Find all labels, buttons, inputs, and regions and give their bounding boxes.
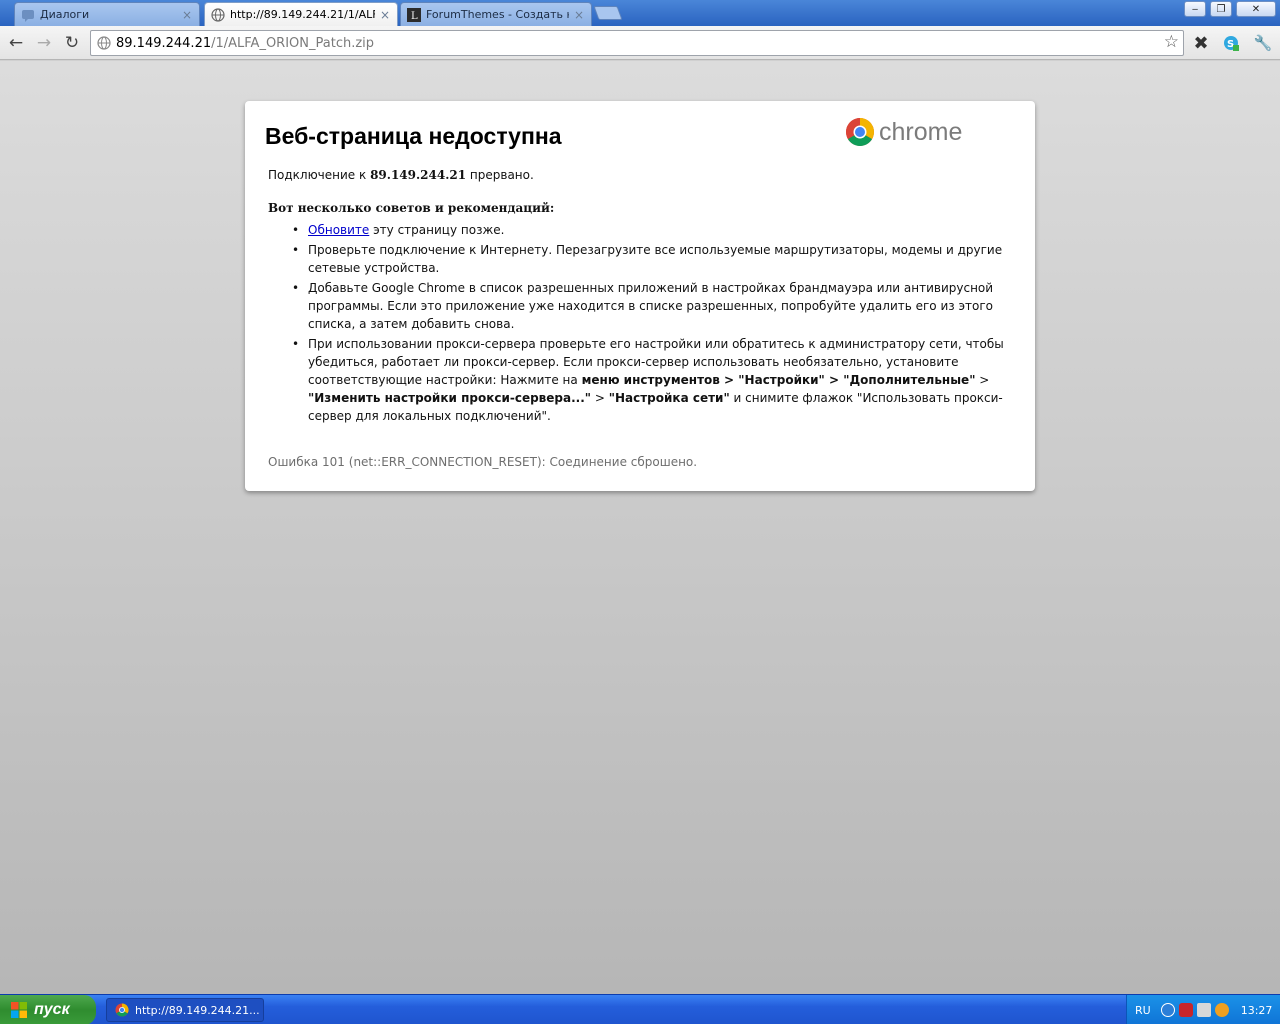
skype-extension-icon: S <box>1224 36 1239 51</box>
tip-bold: меню инструментов <box>581 373 720 387</box>
wrench-menu-button[interactable]: 🔧 <box>1252 32 1274 54</box>
restore-button[interactable]: ❐ <box>1210 1 1232 17</box>
error-code: Ошибка 101 (net::ERR_CONNECTION_RESET): … <box>268 455 698 469</box>
antivirus-shield-icon[interactable] <box>1178 1003 1193 1017</box>
extension-button[interactable]: S <box>1220 32 1242 54</box>
stop-button[interactable]: ✖ <box>1190 32 1212 54</box>
page-content: Веб-страница недоступна chrome Подключен… <box>0 61 1280 994</box>
list-item: Добавьте Google Chrome в список разрешен… <box>292 279 1020 333</box>
reload-icon: ↻ <box>64 33 80 53</box>
close-icon[interactable]: × <box>573 8 585 22</box>
close-window-button[interactable]: ✕ <box>1236 1 1276 17</box>
chrome-icon <box>115 1003 129 1017</box>
minimize-button[interactable]: ‒ <box>1184 1 1206 17</box>
tab-strip: Диалоги × http://89.149.244.21/1/ALFA_ ×… <box>0 0 1280 26</box>
network-icon[interactable] <box>1196 1003 1211 1017</box>
taskbar: пуск http://89.149.244.21... RU 13:27 <box>0 994 1280 1024</box>
chat-icon <box>22 9 34 22</box>
tray-collapse-icon[interactable] <box>1160 1003 1175 1017</box>
reload-link[interactable]: Обновите <box>308 223 369 237</box>
windows-flag-icon <box>11 1002 27 1018</box>
tab-title: http://89.149.244.21/1/ALFA_ <box>230 8 375 21</box>
connection-message: Подключение к 89.149.244.21 прервано. <box>268 168 534 182</box>
start-button[interactable]: пуск <box>0 995 96 1024</box>
tip-bold: "Настройка сети" <box>608 391 730 405</box>
tip-separator: > <box>975 373 990 387</box>
stop-icon: ✖ <box>1193 32 1209 54</box>
globe-icon <box>97 36 111 50</box>
system-tray: RU 13:27 <box>1126 995 1280 1024</box>
tab-title: Диалоги <box>40 8 90 21</box>
close-icon[interactable]: × <box>379 8 391 22</box>
reload-button[interactable]: ↻ <box>61 32 83 54</box>
close-icon[interactable]: × <box>181 8 193 22</box>
new-tab-button[interactable] <box>593 6 623 20</box>
tip-bold: "Настройки" <box>738 373 825 387</box>
bookmark-star-icon[interactable]: ☆ <box>1164 32 1179 52</box>
start-label: пуск <box>34 1001 70 1018</box>
forward-arrow-icon: → <box>36 33 52 53</box>
list-item: При использовании прокси-сервера проверь… <box>292 335 1020 425</box>
tips-heading: Вот несколько советов и рекомендаций: <box>268 201 555 215</box>
wrench-icon: 🔧 <box>1253 34 1273 52</box>
chrome-logo-text: chrome <box>879 117 963 146</box>
tab-dialogs[interactable]: Диалоги × <box>14 2 200 26</box>
tips-list: Обновите эту страницу позже. Проверьте п… <box>292 221 1020 427</box>
back-button[interactable]: ← <box>5 32 27 54</box>
tip-separator: > <box>824 373 844 387</box>
url-path: /1/ALFA_ORION_Patch.zip <box>211 35 375 51</box>
globe-icon <box>211 7 225 22</box>
chrome-logo: chrome <box>845 117 962 147</box>
forward-button[interactable]: → <box>33 32 55 54</box>
chrome-logo-icon <box>846 118 874 146</box>
language-indicator[interactable]: RU <box>1135 1004 1151 1017</box>
list-item: Обновите эту страницу позже. <box>292 221 1020 239</box>
tip-bold: "Дополнительные" <box>843 373 976 387</box>
tip-text: эту страницу позже. <box>369 223 505 237</box>
clock: 13:27 <box>1240 1003 1273 1017</box>
taskbar-item-chrome[interactable]: http://89.149.244.21... <box>106 998 264 1022</box>
update-icon[interactable] <box>1214 1003 1229 1017</box>
error-panel: Веб-страница недоступна chrome Подключен… <box>245 101 1035 491</box>
toolbar: ← → ↻ 89.149.244.21/1/ALFA_ORION_Patch.z… <box>0 26 1280 60</box>
url-host: 89.149.244.21 <box>116 35 212 51</box>
list-item: Проверьте подключение к Интернету. Перез… <box>292 241 1020 277</box>
page-title: Веб-страница недоступна <box>265 123 562 149</box>
tip-separator: > <box>719 373 739 387</box>
tip-separator: > <box>591 391 609 405</box>
connection-host: 89.149.244.21 <box>370 168 467 182</box>
tab-forumthemes[interactable]: L ForumThemes - Создать нову × <box>400 2 592 26</box>
forum-icon: L <box>407 7 421 22</box>
connection-suffix: прервано. <box>466 168 534 182</box>
url-text: 89.149.244.21/1/ALFA_ORION_Patch.zip <box>116 36 374 51</box>
tab-current[interactable]: http://89.149.244.21/1/ALFA_ × <box>204 2 398 26</box>
tip-bold: "Изменить настройки прокси-сервера..." <box>308 391 592 405</box>
back-arrow-icon: ← <box>8 33 24 53</box>
address-bar[interactable]: 89.149.244.21/1/ALFA_ORION_Patch.zip ☆ <box>90 30 1184 56</box>
connection-prefix: Подключение к <box>268 168 371 182</box>
taskbar-item-label: http://89.149.244.21... <box>135 1003 260 1017</box>
svg-text:L: L <box>411 11 418 22</box>
tab-title: ForumThemes - Создать нову <box>426 8 569 21</box>
